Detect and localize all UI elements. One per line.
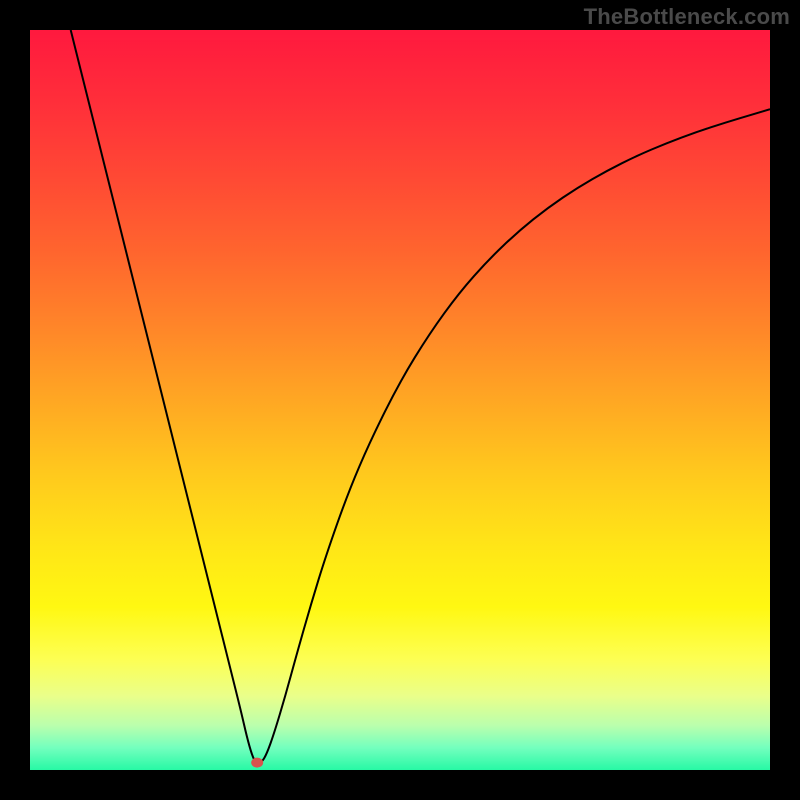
- optimal-point-marker: [251, 758, 263, 768]
- watermark-text: TheBottleneck.com: [584, 4, 790, 30]
- chart-svg: [30, 30, 770, 770]
- chart-background: [30, 30, 770, 770]
- chart-frame: TheBottleneck.com: [0, 0, 800, 800]
- plot-area: [30, 30, 770, 770]
